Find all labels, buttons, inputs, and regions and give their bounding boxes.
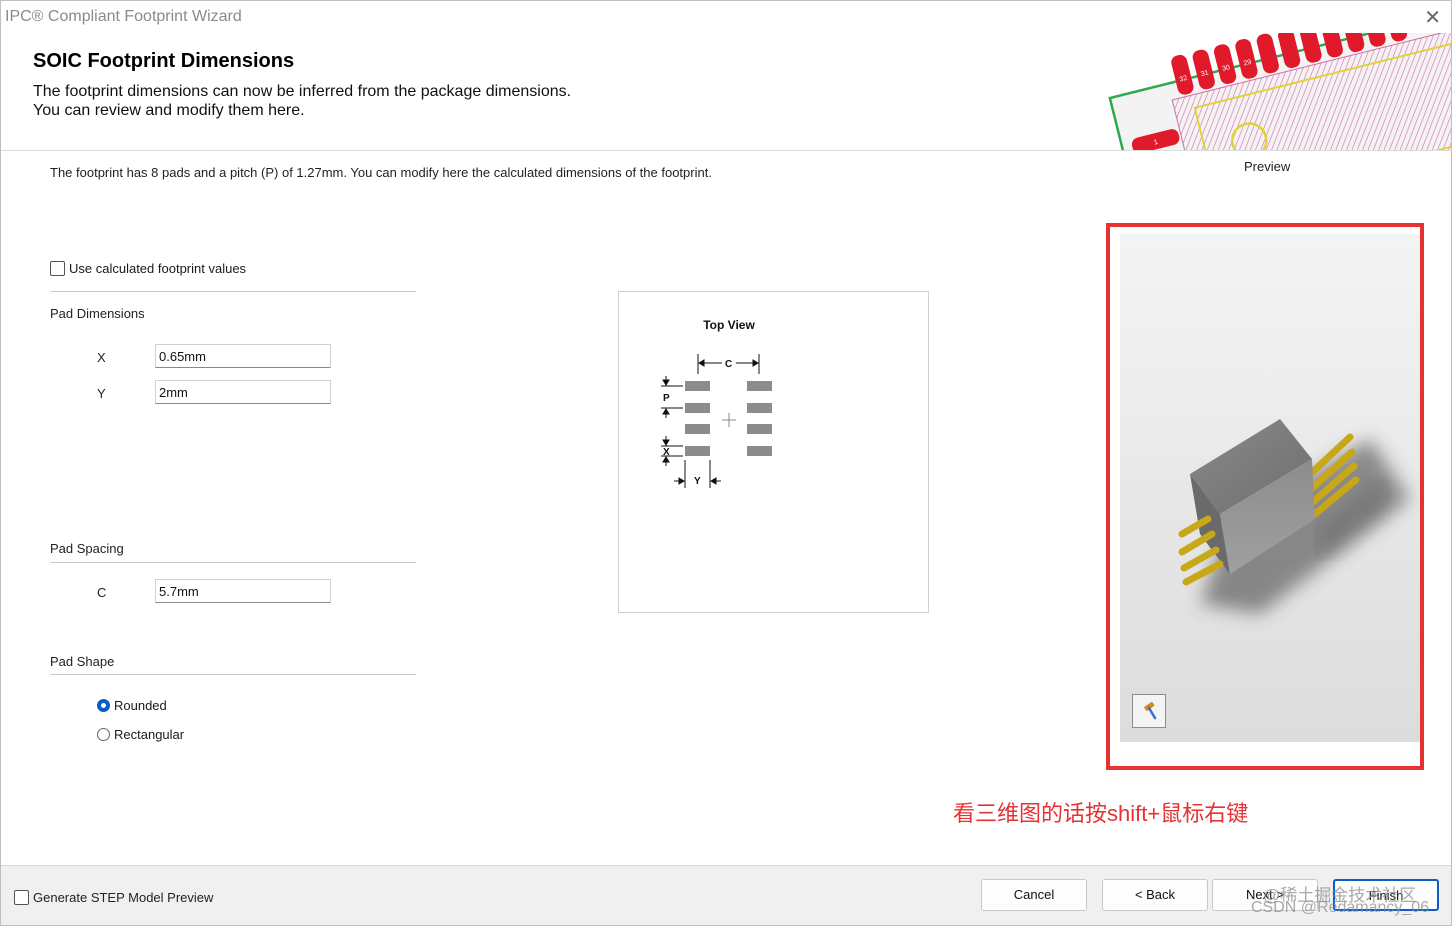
pad-x-label: X (97, 350, 106, 365)
title-bar: IPC® Compliant Footprint Wizard ✕ (1, 1, 1451, 33)
top-view-title: Top View (703, 318, 755, 332)
page-title: SOIC Footprint Dimensions (33, 50, 295, 72)
hammer-icon (1144, 701, 1157, 720)
wizard-footer: Generate STEP Model Preview Cancel < Bac… (1, 865, 1451, 925)
close-icon[interactable]: ✕ (1424, 5, 1441, 30)
pad-spacing-heading: Pad Spacing (50, 541, 124, 556)
dim-label-c: C (725, 359, 732, 370)
use-calculated-checkbox-row[interactable]: Use calculated footprint values (50, 260, 247, 277)
pad-y-label: Y (97, 386, 106, 401)
wizard-window: IPC® Compliant Footprint Wizard ✕ SOIC F… (0, 0, 1452, 926)
page-description-line2: You can review and modify them here. (33, 102, 305, 119)
dim-label-x: X (663, 447, 670, 458)
pad-x-input[interactable] (155, 344, 331, 368)
top-view-diagram: Top View C P X Y (618, 291, 929, 613)
generate-step-label: Generate STEP Model Preview (33, 890, 214, 906)
dim-label-p: P (663, 393, 670, 404)
preview-highlight-frame (1106, 223, 1424, 770)
header-banner-graphic: 32 31 30 29 1 2 (1096, 33, 1451, 150)
pad-shape-heading: Pad Shape (50, 654, 115, 669)
pad-y-input[interactable] (155, 380, 331, 404)
preview-label: Preview (1244, 159, 1291, 174)
rectangular-radio[interactable] (97, 728, 110, 742)
use-calculated-label: Use calculated footprint values (69, 261, 247, 277)
rounded-label: Rounded (114, 698, 167, 714)
watermark-csdn: CSDN @Redamancy_06 (1251, 899, 1430, 916)
cancel-button[interactable]: Cancel (981, 879, 1087, 911)
divider (50, 291, 416, 292)
rounded-radio-row[interactable]: Rounded (97, 697, 167, 713)
pad-c-label: C (97, 585, 107, 600)
center-cross (722, 413, 736, 427)
divider (50, 562, 416, 563)
rectangular-radio-row[interactable]: Rectangular (97, 726, 184, 742)
pcb-footprint-illustration: 32 31 30 29 1 2 (1108, 33, 1451, 150)
use-calculated-checkbox[interactable] (50, 261, 65, 277)
pad-c-input[interactable] (155, 579, 331, 603)
window-title: IPC® Compliant Footprint Wizard (5, 8, 242, 25)
back-button[interactable]: < Back (1102, 879, 1208, 911)
wizard-header: SOIC Footprint Dimensions The footprint … (1, 33, 1451, 151)
preview-tool-button[interactable] (1132, 694, 1166, 728)
pad-dimensions-heading: Pad Dimensions (50, 306, 145, 321)
top-view-drawing: Top View C P X Y (661, 318, 772, 488)
rounded-radio[interactable] (97, 699, 110, 713)
generate-step-row[interactable]: Generate STEP Model Preview (14, 889, 214, 906)
annotation-note: 看三维图的话按shift+鼠标右键 (953, 801, 1249, 826)
dim-label-y: Y (694, 476, 701, 487)
footprint-info-text: The footprint has 8 pads and a pitch (P)… (50, 165, 712, 180)
rectangular-label: Rectangular (114, 727, 185, 743)
divider (50, 674, 416, 675)
page-description-line1: The footprint dimensions can now be infe… (33, 83, 572, 100)
generate-step-checkbox[interactable] (14, 890, 29, 906)
